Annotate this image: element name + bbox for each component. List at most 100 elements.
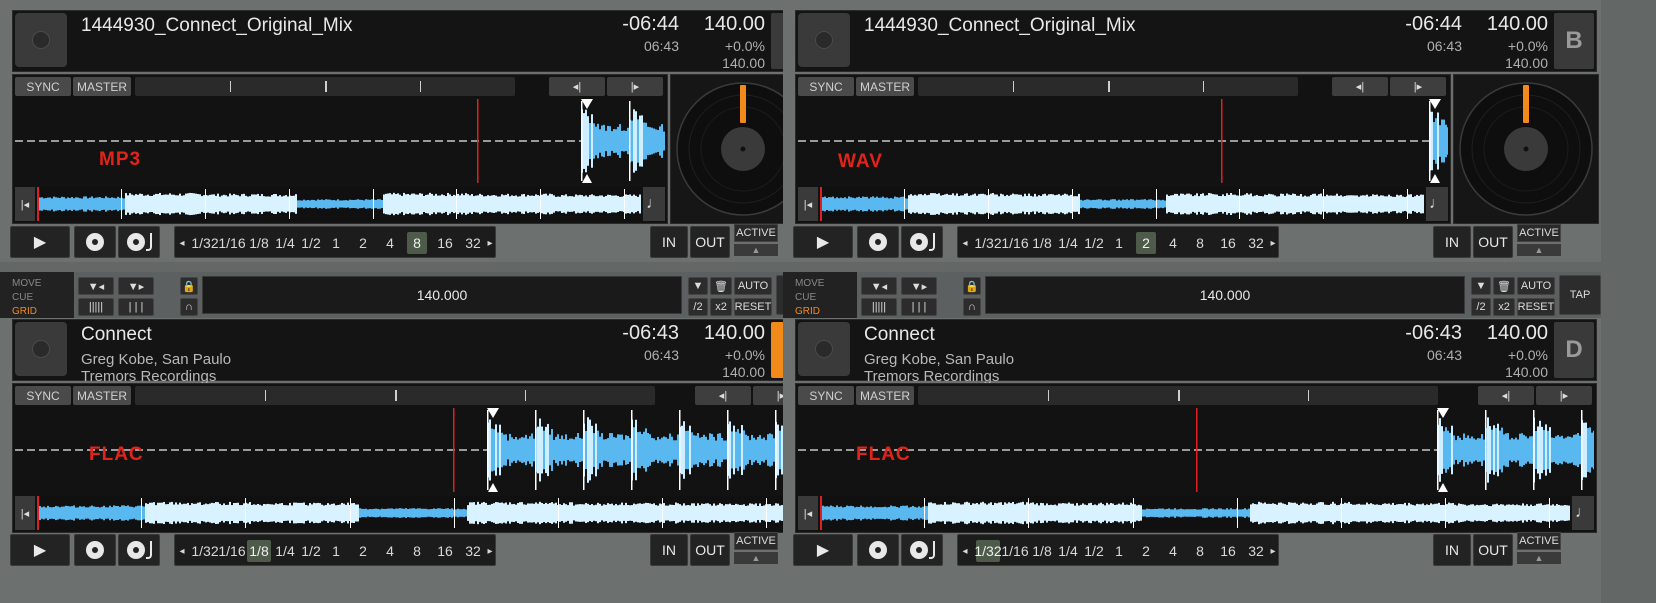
play-button[interactable]: ▶ <box>793 534 853 566</box>
double-bpm-button[interactable]: x2 <box>710 298 732 316</box>
cue-marker[interactable] <box>487 408 499 418</box>
loop-size-1-8[interactable]: 1/8 <box>1030 232 1054 254</box>
loop-size-32[interactable]: 32 <box>461 540 485 562</box>
loop-active-button[interactable]: ACTIVE <box>734 532 778 550</box>
loop-size-1-4[interactable]: 1/4 <box>1056 540 1080 562</box>
loop-size-1-16[interactable]: 1/16 <box>1001 540 1028 562</box>
cup-button[interactable] <box>118 226 160 258</box>
loop-out-button[interactable]: OUT <box>690 534 730 566</box>
half-bpm-button[interactable]: /2 <box>1471 298 1491 316</box>
loop-size-2[interactable]: 2 <box>353 540 373 562</box>
loop-size-2[interactable]: 2 <box>1136 232 1156 254</box>
play-button[interactable]: ▶ <box>10 534 70 566</box>
headphone-icon[interactable]: ∩ <box>963 298 981 316</box>
cup-button[interactable] <box>901 226 943 258</box>
loop-size-32[interactable]: 32 <box>1244 540 1268 562</box>
loop-size-4[interactable]: 4 <box>1164 540 1182 562</box>
mode-move[interactable]: MOVE <box>795 278 824 289</box>
loop-size-1-2[interactable]: 1/2 <box>1082 540 1106 562</box>
main-waveform[interactable] <box>798 99 1448 183</box>
reset-grid-button[interactable]: RESET <box>734 298 772 316</box>
loop-active-button[interactable]: ACTIVE <box>734 224 778 242</box>
jump-to-start-icon[interactable]: |◂ <box>798 187 818 221</box>
reset-grid-button[interactable]: RESET <box>1517 298 1555 316</box>
loop-size-1-4[interactable]: 1/4 <box>273 232 297 254</box>
loop-prev-arrow[interactable]: ◂ <box>177 232 187 254</box>
sync-button[interactable]: SYNC <box>15 77 71 96</box>
loop-size-1-32[interactable]: 1/32 <box>974 232 1001 254</box>
cover-art[interactable] <box>798 322 850 376</box>
loop-size-1[interactable]: 1 <box>327 540 345 562</box>
master-button[interactable]: MASTER <box>73 77 131 96</box>
loop-next-arrow[interactable]: ▸ <box>485 232 495 254</box>
sync-button[interactable]: SYNC <box>15 386 71 405</box>
loop-size-32[interactable]: 32 <box>1244 232 1268 254</box>
loop-size-1[interactable]: 1 <box>1110 232 1128 254</box>
loop-size-1-8[interactable]: 1/8 <box>247 540 271 562</box>
main-waveform[interactable] <box>798 408 1594 492</box>
loop-size-2[interactable]: 2 <box>353 232 373 254</box>
overview-waveform[interactable] <box>37 187 641 221</box>
master-button[interactable]: MASTER <box>856 386 914 405</box>
loop-size-16[interactable]: 16 <box>433 540 457 562</box>
mode-grid[interactable]: GRID <box>12 306 37 317</box>
mode-grid[interactable]: GRID <box>795 306 820 317</box>
loop-active-button[interactable]: ACTIVE <box>1517 532 1561 550</box>
loop-size-8[interactable]: 8 <box>1190 232 1210 254</box>
loop-size-8[interactable]: 8 <box>407 232 427 254</box>
beatjump-back-button[interactable]: ◂| <box>1478 386 1534 405</box>
sync-button[interactable]: SYNC <box>798 77 854 96</box>
loop-size-1-32[interactable]: 1/32 <box>191 232 218 254</box>
lock-icon[interactable]: 🔒 <box>180 277 198 295</box>
loop-size-8[interactable]: 8 <box>1190 540 1210 562</box>
sync-button[interactable]: SYNC <box>798 386 854 405</box>
grid-bpm-field[interactable]: 140.000 <box>202 276 682 314</box>
loop-size-1-4[interactable]: 1/4 <box>1056 232 1080 254</box>
cue-marker[interactable] <box>1437 408 1449 418</box>
set-grid-marker-icon[interactable]: ▼ <box>1471 277 1491 295</box>
remaining-time[interactable]: -06:44 <box>1405 13 1462 36</box>
remaining-time[interactable]: -06:44 <box>622 13 679 36</box>
auto-grid-button[interactable]: AUTO <box>734 277 772 295</box>
cue-marker[interactable] <box>581 99 593 109</box>
loop-size-16[interactable]: 16 <box>433 232 457 254</box>
loop-next-arrow[interactable]: ▸ <box>1268 540 1278 562</box>
delete-grid-icon[interactable]: 🗑 <box>710 277 732 295</box>
grid-expand-button[interactable]: | | | <box>901 298 937 316</box>
loop-size-1[interactable]: 1 <box>1110 540 1128 562</box>
mode-move[interactable]: MOVE <box>12 278 41 289</box>
cue-button[interactable] <box>74 534 116 566</box>
loop-size-1-2[interactable]: 1/2 <box>299 232 323 254</box>
loop-prev-arrow[interactable]: ◂ <box>177 540 187 562</box>
cover-art[interactable] <box>798 13 850 67</box>
beatjump-back-button[interactable]: ◂| <box>1332 77 1388 96</box>
loop-in-button[interactable]: IN <box>650 226 688 258</box>
grid-bpm-field[interactable]: 140.000 <box>985 276 1465 314</box>
loop-size-4[interactable]: 4 <box>381 540 399 562</box>
loop-active-toggle[interactable]: ▲ <box>1517 552 1561 564</box>
mode-cue[interactable]: CUE <box>795 292 816 303</box>
overview-waveform[interactable] <box>820 496 1570 530</box>
loop-active-button[interactable]: ACTIVE <box>1517 224 1561 242</box>
loop-out-button[interactable]: OUT <box>1473 534 1513 566</box>
remaining-time[interactable]: -06:43 <box>622 322 679 345</box>
cue-marker[interactable] <box>1429 99 1441 109</box>
grid-shift-right-button[interactable]: ▼▸ <box>118 277 154 295</box>
turntable-platter[interactable] <box>1454 75 1598 223</box>
cue-button[interactable] <box>74 226 116 258</box>
jump-to-start-icon[interactable]: |◂ <box>798 496 818 530</box>
loop-in-button[interactable]: IN <box>1433 226 1471 258</box>
deck-letter-button[interactable]: B <box>1554 13 1594 69</box>
cover-art[interactable] <box>15 322 67 376</box>
loop-prev-arrow[interactable]: ◂ <box>960 540 970 562</box>
loop-prev-arrow[interactable]: ◂ <box>960 232 970 254</box>
loop-size-4[interactable]: 4 <box>1164 232 1182 254</box>
grid-shift-right-button[interactable]: ▼▸ <box>901 277 937 295</box>
cue-button[interactable] <box>857 534 899 566</box>
cup-button[interactable] <box>118 534 160 566</box>
loop-active-toggle[interactable]: ▲ <box>734 552 778 564</box>
master-button[interactable]: MASTER <box>73 386 131 405</box>
tempo-note-icon[interactable]: ♩ <box>1572 496 1594 530</box>
cover-art[interactable] <box>15 13 67 67</box>
loop-size-16[interactable]: 16 <box>1216 540 1240 562</box>
